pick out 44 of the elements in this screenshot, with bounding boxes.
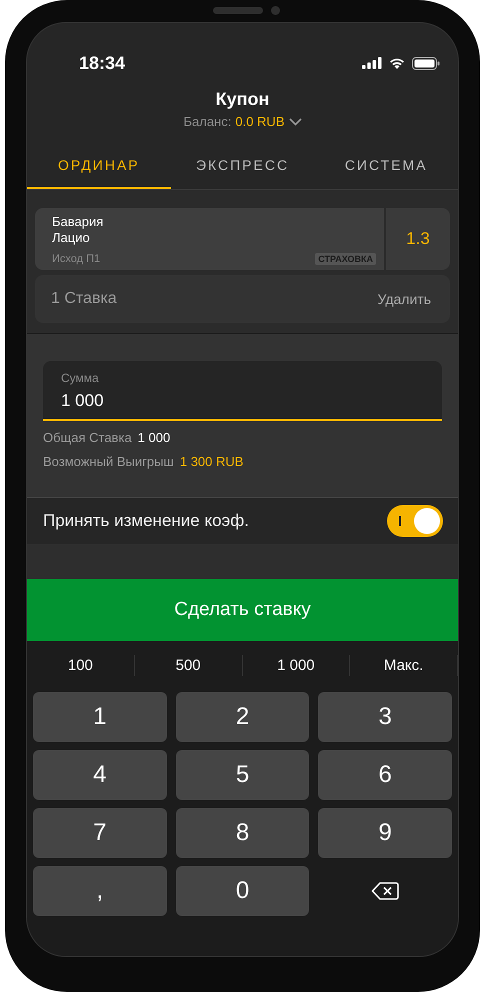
wifi-icon [389, 57, 405, 69]
phone-speaker [213, 7, 263, 14]
balance-value: 0.0 RUB [235, 114, 284, 129]
toggle-label: Принять изменение коэф. [43, 511, 249, 531]
quick-amount-button[interactable]: 500 [134, 655, 242, 676]
bet-type-tab[interactable]: СИСТЕМА [314, 147, 458, 189]
chevron-down-icon[interactable] [288, 118, 302, 126]
amount-field[interactable]: Сумма 1 000 [43, 361, 442, 421]
keypad-key[interactable]: 1 [33, 692, 167, 742]
summary-value: 1 000 [138, 430, 170, 445]
keypad-key[interactable]: 5 [176, 750, 310, 800]
insurance-badge: СТРАХОВКА [315, 253, 376, 265]
summary-label: Возможный Выигрыш [43, 454, 174, 469]
quick-amount-button[interactable]: Макс. [350, 655, 458, 676]
keypad-key[interactable]: 6 [318, 750, 452, 800]
outcome-label: Исход П1 [52, 253, 100, 265]
screen-title: Купон [214, 89, 270, 110]
balance-label: Баланс: [183, 114, 232, 129]
odds-value: 1.3 [386, 208, 450, 270]
signal-icon [362, 57, 382, 69]
stake-count: 1 Ставка [51, 290, 117, 308]
backspace-icon [371, 881, 400, 901]
team-name: Бавария [52, 214, 104, 230]
quick-amount-button[interactable]: 100 [27, 655, 135, 676]
phone-camera [271, 6, 280, 15]
summary-value: 1 300 RUB [180, 454, 244, 469]
toggle-switch[interactable] [387, 505, 443, 537]
keypad-key[interactable]: 8 [176, 808, 310, 858]
place-bet-button[interactable]: Сделать ставку [27, 579, 458, 641]
keypad-key[interactable]: 3 [318, 692, 452, 742]
bet-type-tab[interactable]: ЭКСПРЕСС [170, 147, 314, 189]
keypad-key[interactable]: 7 [33, 808, 167, 858]
keypad-key[interactable]: 9 [318, 808, 452, 858]
keypad-key[interactable]: 0 [176, 866, 310, 916]
delete-link[interactable]: Удалить [378, 291, 431, 307]
battery-icon [412, 56, 440, 70]
summary-label: Общая Ставка [43, 430, 132, 445]
quick-amount-button[interactable]: 1 000 [242, 655, 350, 676]
bet-card[interactable]: Бавария Лацио Исход П1 СТРАХОВКА [35, 208, 384, 270]
keypad-key[interactable]: , [33, 866, 167, 916]
keypad-key[interactable]: 2 [176, 692, 310, 742]
status-time: 18:34 [79, 52, 126, 74]
team-name: Лацио [52, 230, 91, 246]
keypad-key[interactable]: 4 [33, 750, 167, 800]
